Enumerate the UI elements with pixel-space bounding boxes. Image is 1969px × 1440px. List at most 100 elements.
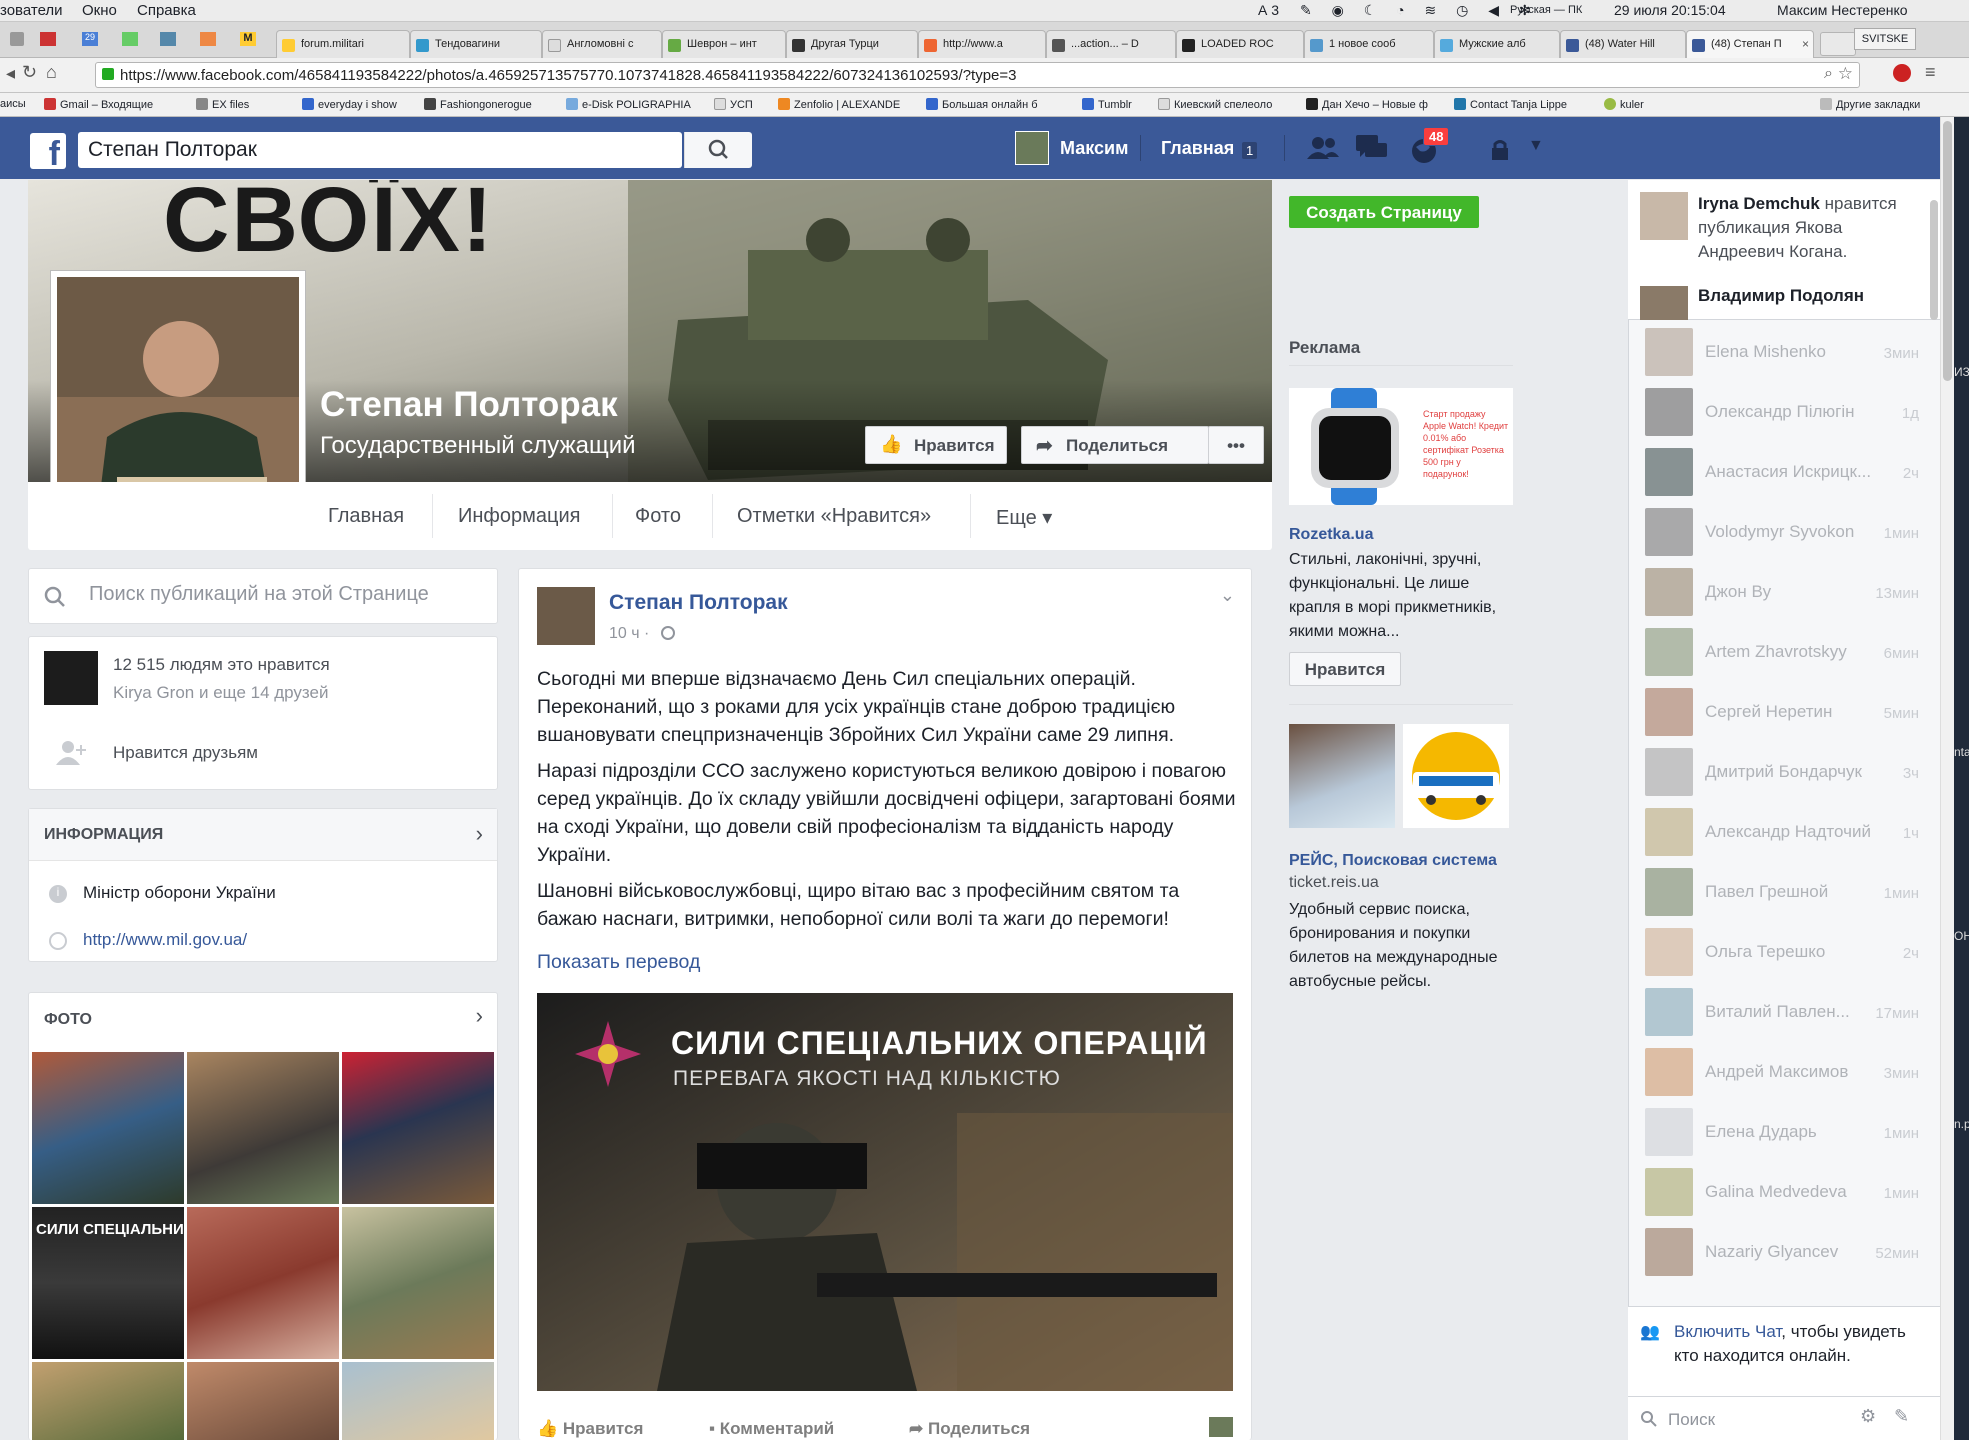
chat-contact[interactable]: Сергей Неретин 5мин xyxy=(1645,688,1925,742)
chat-contact[interactable]: Nazariy Glyancev 52мин xyxy=(1645,1228,1925,1282)
profile-link[interactable]: Максим xyxy=(1060,138,1128,159)
menu-item[interactable]: зователи xyxy=(0,2,63,19)
post-author[interactable]: Степан Полторак xyxy=(609,591,788,615)
chat-search-input[interactable]: Поиск xyxy=(1668,1410,1715,1430)
input-indicator[interactable]: А 3 xyxy=(1258,2,1279,18)
tab-info[interactable]: Информация xyxy=(458,505,580,528)
tab[interactable]: forum.militari xyxy=(276,30,410,58)
photo-thumb[interactable] xyxy=(187,1052,339,1204)
photo-thumb[interactable] xyxy=(342,1207,494,1359)
bookmark[interactable]: УСП xyxy=(714,98,753,111)
bookmark[interactable]: Tumblr xyxy=(1082,98,1132,111)
privacy-lock-icon[interactable] xyxy=(1490,139,1510,161)
photo-thumb[interactable] xyxy=(187,1362,339,1440)
photo-thumb[interactable] xyxy=(342,1052,494,1204)
translate-link[interactable]: Показать перевод xyxy=(537,951,700,974)
close-icon[interactable]: × xyxy=(1802,37,1809,51)
messages-icon[interactable] xyxy=(1356,135,1388,163)
chevron-right-icon[interactable]: › xyxy=(476,821,483,847)
author-avatar[interactable] xyxy=(537,587,595,645)
post-image[interactable]: СИЛИ СПЕЦІАЛЬНИХ ОПЕРАЦІЙ ПЕРЕВАГА ЯКОСТ… xyxy=(537,993,1233,1391)
search-button[interactable] xyxy=(684,132,752,168)
chat-contact[interactable]: Олександр Пілюгін 1д xyxy=(1645,388,1925,442)
bookmark[interactable]: e-Disk POLIGRAPHIA xyxy=(566,98,691,111)
ad-domain[interactable]: ticket.reis.ua xyxy=(1289,874,1379,892)
page-search-box[interactable]: Поиск публикаций на этой Странице xyxy=(28,568,498,624)
like-page-button[interactable]: 👍 Нравится xyxy=(865,426,1007,464)
ticker-avatar[interactable] xyxy=(1640,286,1688,320)
chat-contact[interactable]: Ольга Терешко 2ч xyxy=(1645,928,1925,982)
tab[interactable]: LOADED ROC xyxy=(1176,30,1304,58)
compose-icon[interactable]: ✎ xyxy=(1894,1406,1909,1427)
ad-image[interactable]: Старт продажу Apple Watch! Кредит 0.01% … xyxy=(1289,388,1513,505)
pinterest-icon[interactable] xyxy=(1893,64,1911,82)
chat-contact[interactable]: Александр Надточий 1ч xyxy=(1645,808,1925,862)
bookmark[interactable]: kuler xyxy=(1604,98,1644,111)
home-icon[interactable]: ⌂ xyxy=(46,62,57,83)
chat-contact[interactable]: Елена Дударь 1мин xyxy=(1645,1108,1925,1162)
chevron-down-icon[interactable]: ⌄ xyxy=(1220,585,1235,606)
calendar-icon[interactable]: 29 xyxy=(82,32,98,46)
chat-contact[interactable]: Artem Zhavrotskyy 6мин xyxy=(1645,628,1925,682)
actor-selector[interactable] xyxy=(1209,1417,1233,1437)
keyboard-layout[interactable]: Русская — ПК xyxy=(1510,4,1582,16)
comment-action[interactable]: ▪ Комментарий xyxy=(709,1419,834,1439)
chevron-down-icon[interactable]: ▼ xyxy=(1528,137,1544,155)
bookmark[interactable]: Большая онлайн б xyxy=(926,98,1038,111)
share-page-button[interactable]: ➦ Поделиться xyxy=(1021,426,1209,464)
puzzle-icon[interactable] xyxy=(200,32,216,46)
bookmark[interactable]: аисы xyxy=(0,98,26,110)
friend-avatar[interactable] xyxy=(44,651,98,705)
scrollbar-thumb[interactable] xyxy=(1943,121,1952,381)
photos-title[interactable]: ФОТО xyxy=(44,1011,92,1029)
likes-count[interactable]: 12 515 людям это нравится xyxy=(113,655,330,675)
tab-active[interactable]: (48) Степан П × xyxy=(1686,30,1814,58)
bookmark[interactable]: EX files xyxy=(196,98,249,111)
ad-image[interactable] xyxy=(1289,724,1395,828)
ticker-scrollbar[interactable] xyxy=(1930,200,1938,320)
photo-thumb[interactable] xyxy=(32,1052,184,1204)
chat-contact[interactable]: Виталий Павлен... 17мин xyxy=(1645,988,1925,1042)
chat-contact[interactable]: Volodymyr Syvokon 1мин xyxy=(1645,508,1925,562)
chat-contact[interactable]: Elena Mishenko 3мин xyxy=(1645,328,1925,382)
likes-friends[interactable]: Kirya Gron и еще 14 друзей xyxy=(113,683,329,703)
bookmark[interactable]: everyday i show xyxy=(302,98,397,111)
tab[interactable]: (48) Water Hill xyxy=(1560,30,1686,58)
share-action[interactable]: ➦ Поделиться xyxy=(909,1419,1030,1439)
tab-photos[interactable]: Фото xyxy=(635,505,681,528)
tab[interactable]: 1 новое сооб xyxy=(1304,30,1434,58)
back-arrow-icon[interactable]: ◂ xyxy=(6,63,15,84)
search-input[interactable]: Степан Полторак xyxy=(78,132,682,168)
photo-thumb[interactable] xyxy=(187,1207,339,1359)
ticker-story[interactable]: Iryna Demchuk нравится публикация Якова … xyxy=(1698,192,1930,264)
bookmark[interactable]: Fashiongonerogue xyxy=(424,98,532,111)
tab[interactable]: Тендовагини xyxy=(410,30,542,58)
tab-likes[interactable]: Отметки «Нравится» xyxy=(737,505,931,528)
tab[interactable]: http://www.a xyxy=(918,30,1046,58)
photo-thumb[interactable]: СИЛИ СПЕЦІАЛЬНИХ ОПЕРАЦІЙ xyxy=(32,1207,276,1359)
zoom-icon[interactable]: ⌕ xyxy=(1824,65,1833,83)
more-options-button[interactable]: ••• xyxy=(1208,426,1264,464)
create-page-button[interactable]: Создать Страницу xyxy=(1289,196,1479,228)
star-icon[interactable]: ☆ xyxy=(1838,64,1853,84)
ticker-name[interactable]: Владимир Подолян xyxy=(1698,286,1864,306)
menu-item[interactable]: Справка xyxy=(137,2,196,19)
ad-title[interactable]: РЕЙС, Поисковая система xyxy=(1289,852,1497,870)
new-tab-button[interactable] xyxy=(1820,32,1856,56)
tab[interactable]: Шеврон – инт xyxy=(662,30,786,58)
ad-like-button[interactable]: Нравится xyxy=(1289,652,1401,686)
gear-icon[interactable]: ⚙ xyxy=(1860,1406,1876,1427)
ad-image[interactable] xyxy=(1403,724,1509,828)
menu-icon[interactable]: ≡ xyxy=(1925,62,1936,83)
facebook-logo-icon[interactable]: f xyxy=(30,133,66,173)
tab-more[interactable]: Еще ▾ xyxy=(996,505,1052,530)
post-time[interactable]: 10 ч · xyxy=(609,625,649,643)
like-action[interactable]: 👍 Нравится xyxy=(537,1419,643,1439)
website-link[interactable]: http://www.mil.gov.ua/ xyxy=(83,930,247,950)
bookmark[interactable]: Contact Tanja Lippe xyxy=(1454,98,1567,111)
tab-home[interactable]: Главная xyxy=(328,505,404,528)
avatar[interactable] xyxy=(1015,131,1049,165)
menu-item[interactable]: Окно xyxy=(82,2,117,19)
page-scrollbar[interactable] xyxy=(1940,117,1954,1440)
chat-contact[interactable]: Джон Ву 13мин xyxy=(1645,568,1925,622)
